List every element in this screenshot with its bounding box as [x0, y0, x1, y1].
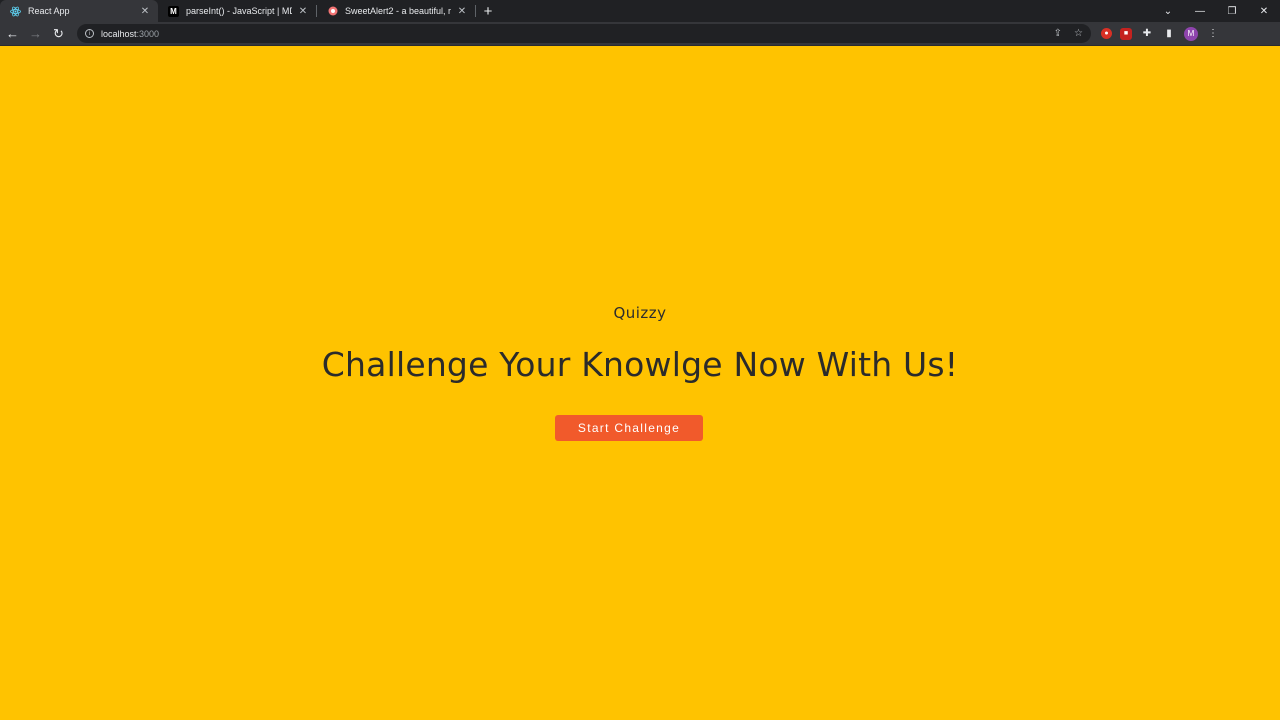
- mdn-icon: M: [168, 5, 179, 17]
- bookmark-star-icon[interactable]: ☆: [1074, 28, 1083, 39]
- close-tab-icon[interactable]: ✕: [140, 6, 150, 17]
- reload-icon[interactable]: ↻: [48, 24, 69, 44]
- omnibox-actions: ⇪ ☆: [1054, 28, 1083, 39]
- window-controls: ⌄ — ❐ ✕: [1152, 0, 1280, 22]
- forward-arrow-icon[interactable]: →: [25, 24, 46, 44]
- page-headline: Challenge Your Knowlge Now With Us!: [321, 345, 959, 384]
- tab-title: React App: [28, 6, 70, 16]
- sweetalert-icon: [327, 6, 338, 17]
- page-content: Quizzy Challenge Your Knowlge Now With U…: [0, 47, 1280, 720]
- browser-toolbar: ← → ↻ i localhost:3000 ⇪ ☆ ● ■ ✚ ▮ M ⋮: [0, 22, 1280, 46]
- back-arrow-icon[interactable]: ←: [2, 24, 23, 44]
- new-tab-button[interactable]: +: [476, 0, 500, 22]
- address-port: :3000: [136, 28, 160, 39]
- side-panel-icon[interactable]: ▮: [1162, 27, 1176, 41]
- tab-mdn[interactable]: M parseInt() - JavaScript | MDN ✕: [158, 0, 316, 22]
- minimize-icon[interactable]: —: [1184, 0, 1216, 22]
- restore-icon[interactable]: ❐: [1216, 0, 1248, 22]
- avatar[interactable]: M: [1184, 26, 1198, 41]
- close-window-icon[interactable]: ✕: [1248, 0, 1280, 22]
- menu-kebab-icon[interactable]: ⋮: [1206, 27, 1220, 41]
- tab-title: parseInt() - JavaScript | MDN: [186, 6, 292, 16]
- browser-tab-strip: React App ✕ M parseInt() - JavaScript | …: [0, 0, 1280, 22]
- tab-react-app[interactable]: React App ✕: [0, 0, 158, 22]
- extension-dev-icon[interactable]: ■: [1120, 27, 1132, 40]
- tab-title: SweetAlert2 - a beautiful, respon: [345, 6, 451, 16]
- address-bar[interactable]: i localhost:3000 ⇪ ☆: [77, 24, 1091, 43]
- extension-red-icon[interactable]: ●: [1101, 28, 1112, 39]
- puzzle-icon[interactable]: ✚: [1140, 27, 1154, 41]
- site-info-icon[interactable]: i: [85, 29, 94, 38]
- share-icon[interactable]: ⇪: [1054, 28, 1062, 39]
- brand-title: Quizzy: [613, 304, 667, 322]
- close-tab-icon[interactable]: ✕: [457, 6, 467, 17]
- address-host: localhost: [101, 28, 137, 39]
- start-challenge-button[interactable]: Start Challenge: [555, 415, 703, 441]
- close-tab-icon[interactable]: ✕: [298, 6, 308, 17]
- extensions-area: ● ■ ✚ ▮ M ⋮: [1101, 26, 1220, 41]
- tab-search-icon[interactable]: ⌄: [1152, 0, 1184, 22]
- react-icon: [10, 6, 21, 17]
- tab-sweetalert[interactable]: SweetAlert2 - a beautiful, respon ✕: [317, 0, 475, 22]
